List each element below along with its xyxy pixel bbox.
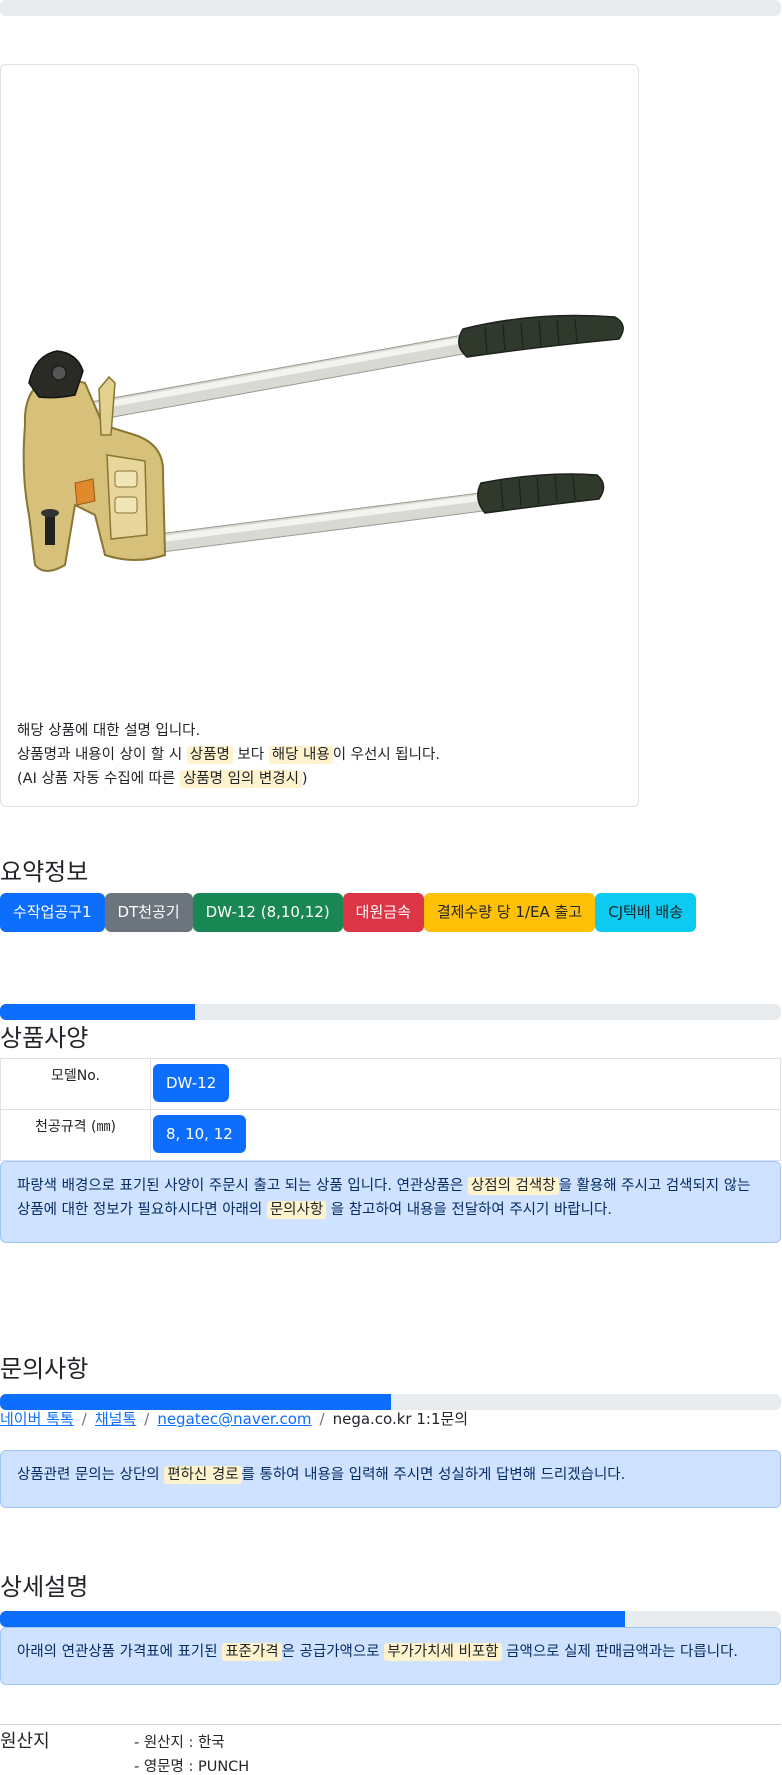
highlight-inquiry: 문의사항 [266, 1201, 327, 1219]
summary-badges: 수작업공구1 DT천공기 DW-12 (8,10,12) 대원금속 결제수량 당 1/E… [0, 893, 696, 932]
origin-item-country: - 원산지 : 한국 [134, 1735, 225, 1751]
spec-value-model[interactable]: DW-12 [153, 1064, 230, 1102]
spec-label-model: 모델No. [0, 1058, 151, 1110]
product-card: 해당 상품에 대한 설명 입니다. 상품명과 내용이 상이 할 시 상품명 보다… [0, 64, 639, 807]
highlight-product-name: 상품명 [186, 746, 233, 764]
notice-text: 파랑색 배경으로 표기된 사양이 주문시 출고 되는 상품 입니다. 연관상품은 [17, 1178, 468, 1194]
summary-badge[interactable]: DW-12 (8,10,12) [192, 893, 343, 932]
origin-label: 원산지 [0, 1731, 50, 1752]
spec-value-size[interactable]: 8, 10, 12 [153, 1115, 246, 1153]
summary-badge[interactable]: 대원금속 [342, 893, 424, 932]
highlight-vat: 부가가치세 비포함 [384, 1643, 502, 1661]
origin-list: - 원산지 : 한국 - 영문명 : PUNCH [134, 1731, 249, 1775]
contact-links: 네이버 톡톡 / 채널톡 / negatec@naver.com / nega.co.kr … [0, 1408, 468, 1429]
detail-notice: 아래의 연관상품 가격표에 표기된 표준가격 은 공급가액으로 부가가치세 비포함… [0, 1627, 781, 1685]
notice-text: 상품관련 문의는 상단의 [17, 1467, 165, 1483]
spec-value-cell: DW-12 [150, 1058, 781, 1110]
summary-badge[interactable]: DT천공기 [104, 893, 193, 932]
specs-title: 상품사양 [0, 1024, 89, 1052]
table-row: 천공규격 (㎜) 8, 10, 12 [0, 1109, 781, 1161]
detail-title: 상세설명 [0, 1573, 89, 1601]
highlight-search: 상점의 검색창 [467, 1177, 559, 1195]
highlight-path: 편하신 경로 [164, 1466, 242, 1484]
separator: / [144, 1410, 150, 1428]
table-row: 모델No. DW-12 [0, 1058, 781, 1110]
summary-badge[interactable]: 수작업공구1 [0, 893, 105, 932]
channel-talk-link[interactable]: 채널톡 [95, 1410, 136, 1428]
summary-badge[interactable]: CJ택배 배송 [595, 893, 696, 932]
description-text: 이 우선시 됩니다. [332, 747, 440, 763]
detail-progress-bar [0, 1611, 781, 1627]
detail-progress-fill [0, 1611, 625, 1627]
specs-progress-bar [0, 1004, 781, 1020]
spec-label-size: 천공규격 (㎜) [0, 1109, 151, 1161]
email-link[interactable]: negatec@naver.com [157, 1410, 311, 1428]
description-line-1: 해당 상품에 대한 설명 입니다. [17, 723, 201, 739]
separator: / [319, 1410, 325, 1428]
origin-section: 원산지 - 원산지 : 한국 - 영문명 : PUNCH [0, 1724, 781, 1775]
description-line-2: 상품명과 내용이 상이 할 시 상품명 보다 해당 내용 이 우선시 됩니다. [17, 743, 627, 767]
highlight-name-change: 상품명 임의 변경시 [179, 770, 302, 788]
separator: / [81, 1410, 87, 1428]
naver-talk-link[interactable]: 네이버 톡톡 [0, 1410, 74, 1428]
notice-text: 을 참고하여 내용을 전달하여 주시기 바랍니다. [326, 1202, 612, 1218]
spec-value-cell: 8, 10, 12 [150, 1109, 781, 1161]
description-text: (AI 상품 자동 수집에 따른 [17, 771, 180, 787]
description-text: ) [301, 771, 308, 787]
description-text: 보다 [232, 747, 269, 763]
top-progress-bar [0, 0, 781, 16]
origin-item-english-name: - 영문명 : PUNCH [134, 1759, 250, 1775]
summary-badge[interactable]: 결제수량 당 1/EA 출고 [423, 893, 596, 932]
description-line-3: (AI 상품 자동 수집에 따른 상품명 임의 변경시) [17, 767, 627, 791]
summary-title: 요약정보 [0, 858, 89, 886]
notice-text: 은 공급가액으로 [281, 1644, 385, 1660]
punch-tool-image [22, 314, 624, 572]
notice-text: 아래의 연관상품 가격표에 표기된 [17, 1644, 223, 1660]
highlight-standard-price: 표준가격 [222, 1643, 282, 1661]
specs-notice: 파랑색 배경으로 표기된 사양이 주문시 출고 되는 상품 입니다. 연관상품은… [0, 1161, 781, 1243]
website-inquiry-text: nega.co.kr 1:1문의 [332, 1410, 469, 1428]
inquiry-notice: 상품관련 문의는 상단의 편하신 경로 를 통하여 내용을 입력해 주시면 성실하… [0, 1450, 781, 1508]
spec-table: 모델No. DW-12 천공규격 (㎜) 8, 10, 12 [0, 1058, 781, 1161]
product-description: 해당 상품에 대한 설명 입니다. 상품명과 내용이 상이 할 시 상품명 보다… [17, 719, 627, 791]
notice-text: 를 통하여 내용을 입력해 주시면 성실하게 답변해 드리겠습니다. [241, 1467, 626, 1483]
description-text: 상품명과 내용이 상이 할 시 [17, 747, 187, 763]
highlight-content: 해당 내용 [268, 746, 333, 764]
notice-text: 금액으로 실제 판매금액과는 다릅니다. [501, 1644, 739, 1660]
inquiry-title: 문의사항 [0, 1355, 89, 1383]
